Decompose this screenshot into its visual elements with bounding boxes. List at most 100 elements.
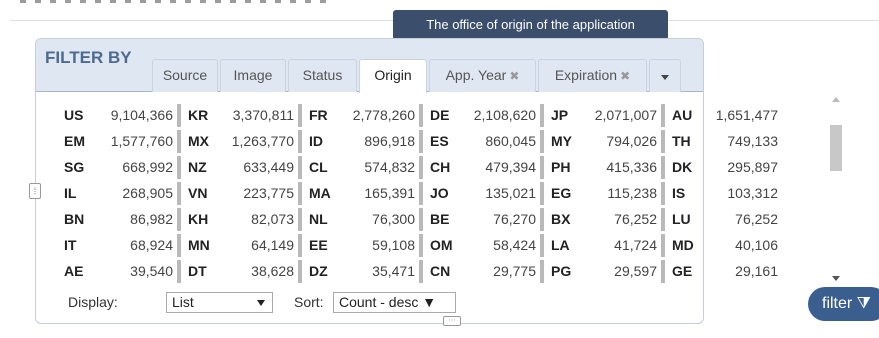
origin-code-sg[interactable]: SG: [64, 156, 84, 179]
origin-code-il[interactable]: IL: [64, 182, 81, 205]
scroll-up-icon[interactable]: [832, 97, 840, 102]
origin-count: 40,106: [735, 236, 778, 253]
tab-label: Source: [162, 67, 208, 83]
origin-count: 1,651,477: [715, 106, 778, 123]
vertical-scrollbar[interactable]: [828, 95, 844, 281]
origin-code-la[interactable]: LA: [540, 233, 570, 257]
scroll-thumb[interactable]: [830, 125, 842, 171]
origin-code-vn[interactable]: VN: [177, 181, 207, 205]
origin-code-ge[interactable]: GE: [661, 259, 692, 283]
origin-count: 749,133: [727, 132, 778, 149]
filter-body: ⁞ US 9,104,366 KR 3,370,811 FR 2,778,260 DE 2,1…: [29, 93, 778, 323]
origin-code-jo[interactable]: JO: [419, 181, 449, 205]
tab-origin[interactable]: Origin: [359, 59, 427, 93]
origin-count: 59,108: [372, 236, 415, 253]
origin-code-th[interactable]: TH: [661, 129, 691, 153]
origin-count: 574,832: [364, 158, 415, 175]
origin-code-ch[interactable]: CH: [419, 155, 450, 179]
origin-count: 103,312: [727, 184, 778, 201]
origin-code-dt[interactable]: DT: [177, 259, 207, 283]
origin-code-my[interactable]: MY: [540, 129, 572, 153]
origin-code-dk[interactable]: DK: [661, 155, 692, 179]
sort-select[interactable]: Count - desc ▼: [333, 292, 456, 313]
origin-code-ee[interactable]: EE: [298, 233, 328, 257]
origin-count: 415,336: [606, 158, 657, 175]
sort-value: Count - desc ▼: [339, 294, 437, 310]
origin-code-is[interactable]: IS: [661, 181, 686, 205]
origin-code-mn[interactable]: MN: [177, 233, 210, 257]
origin-counts-table: US 9,104,366 KR 3,370,811 FR 2,778,260 DE 2,108…: [56, 102, 778, 288]
tab-label: Origin: [374, 67, 412, 83]
tab-app-year[interactable]: App. Year ✖: [429, 59, 536, 92]
origin-code-jp[interactable]: JP: [540, 103, 568, 127]
display-select[interactable]: List: [166, 292, 273, 313]
filter-panel: FILTER BY Source Image Status Origin App…: [29, 38, 778, 324]
sort-label: Sort:: [294, 294, 324, 310]
origin-code-fr[interactable]: FR: [298, 103, 328, 127]
origin-code-kr[interactable]: KR: [177, 103, 208, 127]
origin-count: 86,982: [130, 210, 173, 227]
tab-image[interactable]: Image: [220, 59, 286, 92]
origin-count: 268,905: [122, 184, 173, 201]
origin-count: 68,924: [130, 236, 173, 253]
remove-icon[interactable]: ✖: [620, 69, 630, 83]
origin-code-nz[interactable]: NZ: [177, 155, 207, 179]
origin-count: 35,471: [372, 262, 415, 279]
origin-count: 115,238: [607, 184, 657, 201]
resize-handle-icon[interactable]: ⁞: [29, 183, 41, 199]
tab-label: Status: [302, 67, 343, 83]
origin-count: 76,300: [372, 210, 415, 227]
origin-count: 3,370,811: [232, 106, 294, 123]
origin-code-au[interactable]: AU: [661, 103, 692, 127]
origin-code-om[interactable]: OM: [419, 233, 453, 257]
origin-code-kh[interactable]: KH: [177, 207, 208, 231]
origin-count: 29,597: [614, 262, 657, 279]
origin-count: 860,045: [485, 132, 536, 149]
origin-code-bx[interactable]: BX: [540, 207, 570, 231]
origin-count: 794,026: [606, 132, 657, 149]
origin-code-cn[interactable]: CN: [419, 259, 450, 283]
origin-count: 64,149: [251, 236, 294, 253]
origin-code-ph[interactable]: PH: [540, 155, 570, 179]
display-label: Display:: [68, 294, 118, 310]
origin-code-mx[interactable]: MX: [177, 129, 209, 153]
origin-code-nl[interactable]: NL: [298, 207, 328, 231]
tab-source[interactable]: Source: [152, 59, 218, 92]
origin-code-es[interactable]: ES: [419, 129, 449, 153]
origin-count: 76,252: [735, 210, 778, 227]
origin-code-bn[interactable]: BN: [64, 208, 84, 231]
origin-count: 896,918: [364, 132, 415, 149]
origin-code-dz[interactable]: DZ: [298, 259, 328, 283]
scroll-down-icon[interactable]: [832, 276, 840, 281]
origin-code-md[interactable]: MD: [661, 233, 694, 257]
chevron-down-icon: [661, 75, 669, 80]
origin-code-de[interactable]: DE: [419, 103, 449, 127]
tab-status[interactable]: Status: [288, 59, 357, 92]
origin-code-eg[interactable]: EG: [540, 181, 571, 205]
origin-code-lu[interactable]: LU: [661, 207, 691, 231]
origin-count: 76,270: [493, 210, 536, 227]
origin-code-id[interactable]: ID: [298, 129, 323, 153]
origin-count: 1,263,770: [231, 132, 294, 149]
origin-count: 2,108,620: [473, 106, 536, 123]
tab-label: Image: [233, 67, 273, 83]
remove-icon[interactable]: ✖: [509, 69, 519, 83]
filter-button[interactable]: filter ⧩: [808, 287, 879, 321]
more-tabs-dropdown[interactable]: [649, 59, 681, 92]
origin-count: 1,577,760: [110, 132, 173, 149]
origin-code-be[interactable]: BE: [419, 207, 449, 231]
tab-label: App. Year: [445, 67, 507, 83]
tab-expiration[interactable]: Expiration ✖: [538, 59, 647, 92]
origin-code-it[interactable]: IT: [64, 234, 81, 257]
origin-code-ae[interactable]: AE: [64, 260, 83, 283]
clipped-text-remnant: [20, 0, 350, 8]
origin-code-em[interactable]: EM: [64, 130, 85, 153]
origin-count: 135,021: [485, 184, 536, 201]
origin-code-cl[interactable]: CL: [298, 155, 328, 179]
origin-code-us[interactable]: US: [64, 104, 83, 127]
origin-count: 29,775: [493, 262, 536, 279]
panel-resize-grip-icon[interactable]: ⋯: [443, 316, 461, 326]
origin-count: 82,073: [251, 210, 294, 227]
origin-code-pg[interactable]: PG: [540, 259, 571, 283]
origin-code-ma[interactable]: MA: [298, 181, 331, 205]
